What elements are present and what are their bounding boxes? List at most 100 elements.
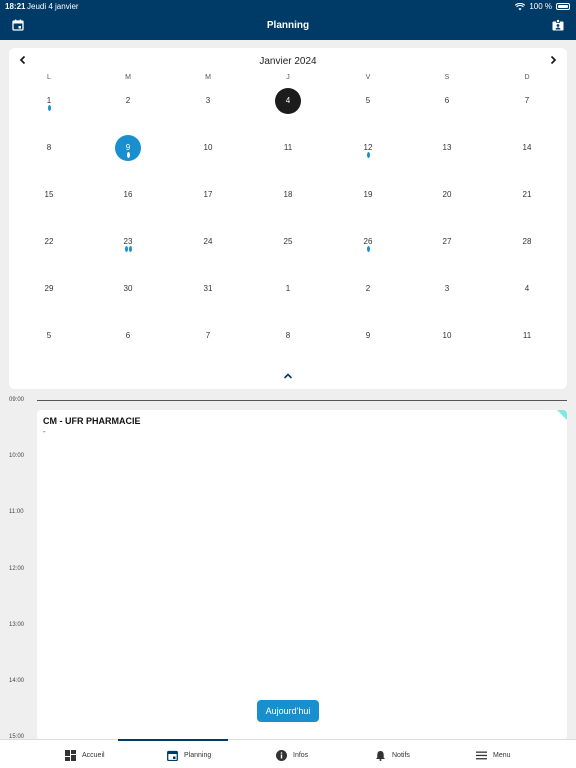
calendar-day[interactable]: 1	[36, 88, 62, 114]
event-subtitle: -	[43, 427, 46, 436]
status-date: Jeudi 4 janvier	[27, 2, 79, 11]
bell-icon	[376, 750, 385, 761]
calendar-day[interactable]: 10	[195, 135, 221, 161]
calendar-day[interactable]: 21	[514, 182, 540, 208]
calendar-day[interactable]: 6	[115, 323, 141, 349]
calendar-day-number: 5	[365, 96, 371, 105]
event-card[interactable]: CM - UFR PHARMACIE -	[37, 410, 567, 740]
calendar-day[interactable]: 9	[115, 135, 141, 161]
calendar-day[interactable]: 5	[355, 88, 381, 114]
bottom-navigation: Accueil Planning Infos Notifs Menu	[0, 739, 576, 768]
event-dot	[128, 246, 132, 252]
calendar-day[interactable]: 25	[275, 229, 301, 255]
calendar-day-number: 20	[442, 190, 452, 199]
calendar-day[interactable]: 10	[434, 323, 460, 349]
calendar-day[interactable]: 23	[115, 229, 141, 255]
calendar-day[interactable]: 24	[195, 229, 221, 255]
calendar-day-number: 11	[522, 331, 532, 340]
calendar-day-number: 2	[125, 96, 131, 105]
calendar-day[interactable]: 7	[514, 88, 540, 114]
calendar-day-number: 6	[444, 96, 450, 105]
calendar-day[interactable]: 13	[434, 135, 460, 161]
calendar-day[interactable]: 11	[275, 135, 301, 161]
calendar-day-number: 22	[44, 237, 54, 246]
weekday-label: D	[524, 74, 530, 81]
calendar-day-number: 10	[203, 143, 213, 152]
calendar-day[interactable]: 27	[434, 229, 460, 255]
calendar-day[interactable]: 4	[514, 276, 540, 302]
hour-label: 10:00	[9, 453, 25, 460]
weekday-label: M	[205, 74, 211, 81]
calendar-day[interactable]: 7	[195, 323, 221, 349]
calendar-day[interactable]: 30	[115, 276, 141, 302]
hour-label: 13:00	[9, 621, 25, 628]
calendar-day[interactable]: 17	[195, 182, 221, 208]
event-color-marker	[557, 410, 567, 420]
calendar-day[interactable]: 15	[36, 182, 62, 208]
calendar-day[interactable]: 2	[355, 276, 381, 302]
hour-label: 12:00	[9, 565, 25, 572]
hour-label: 09:00	[9, 397, 25, 403]
calendar-day[interactable]: 5	[36, 323, 62, 349]
nav-item-notifs[interactable]: Notifs	[375, 748, 410, 762]
calendar-day[interactable]: 14	[514, 135, 540, 161]
calendar-day-number: 31	[203, 284, 213, 293]
calendar-day[interactable]: 26	[355, 229, 381, 255]
calendar-day-number: 24	[203, 237, 213, 246]
event-dot	[47, 105, 51, 111]
event-title: CM - UFR PHARMACIE	[43, 416, 141, 426]
chevron-up-icon[interactable]	[283, 372, 293, 380]
calendar-day-number: 15	[44, 190, 54, 199]
dashboard-icon	[65, 749, 76, 761]
nav-item-infos[interactable]: Infos	[276, 748, 308, 762]
calendar-day-number: 8	[285, 331, 291, 340]
calendar-day[interactable]: 19	[355, 182, 381, 208]
calendar-day[interactable]: 16	[115, 182, 141, 208]
calendar-day[interactable]: 20	[434, 182, 460, 208]
status-right: 100 %	[515, 2, 570, 11]
calendar-day-number: 8	[46, 143, 52, 152]
calendar-day-number: 9	[365, 331, 371, 340]
hamburger-icon	[476, 751, 487, 759]
event-indicator	[115, 152, 141, 158]
event-indicator	[115, 246, 141, 252]
event-dot	[366, 246, 370, 252]
calendar-day[interactable]: 31	[195, 276, 221, 302]
calendar-day-number: 11	[283, 143, 293, 152]
today-button[interactable]: Aujourd'hui	[257, 700, 319, 722]
calendar-day[interactable]: 29	[36, 276, 62, 302]
event-dot	[124, 246, 128, 252]
calendar-day[interactable]: 22	[36, 229, 62, 255]
battery-percent: 100 %	[529, 2, 552, 11]
calendar-day-number: 4	[285, 96, 291, 105]
calendar-day[interactable]: 2	[115, 88, 141, 114]
hour-label: 14:00	[9, 678, 25, 684]
calendar-day[interactable]: 8	[275, 323, 301, 349]
calendar-day[interactable]: 3	[195, 88, 221, 114]
event-indicator	[36, 105, 62, 111]
calendar-day[interactable]: 9	[355, 323, 381, 349]
nav-item-planning[interactable]: Planning	[167, 748, 211, 762]
nav-label-planning: Planning	[184, 751, 212, 759]
calendar-day[interactable]: 3	[434, 276, 460, 302]
calendar-day-number: 2	[365, 284, 371, 293]
calendar-day[interactable]: 6	[434, 88, 460, 114]
nav-item-menu[interactable]: Menu	[476, 748, 511, 762]
nav-label-infos: Infos	[293, 751, 309, 759]
nav-item-accueil[interactable]: Accueil	[65, 748, 105, 762]
calendar-day[interactable]: 11	[514, 323, 540, 349]
calendar-day-number: 27	[442, 237, 452, 246]
status-time: 18:21	[5, 2, 26, 11]
calendar-day[interactable]: 28	[514, 229, 540, 255]
calendar-day[interactable]: 8	[36, 135, 62, 161]
wifi-icon	[515, 2, 526, 10]
calendar-day[interactable]: 12	[355, 135, 381, 161]
id-card-icon[interactable]	[552, 19, 564, 31]
weekday-label: V	[365, 74, 371, 81]
chevron-right-icon[interactable]	[548, 55, 558, 65]
calendar-day[interactable]: 4	[275, 88, 301, 114]
event-dot	[126, 152, 130, 158]
calendar-day[interactable]: 18	[275, 182, 301, 208]
calendar-day[interactable]: 1	[275, 276, 301, 302]
calendar-day-number: 17	[203, 190, 213, 199]
